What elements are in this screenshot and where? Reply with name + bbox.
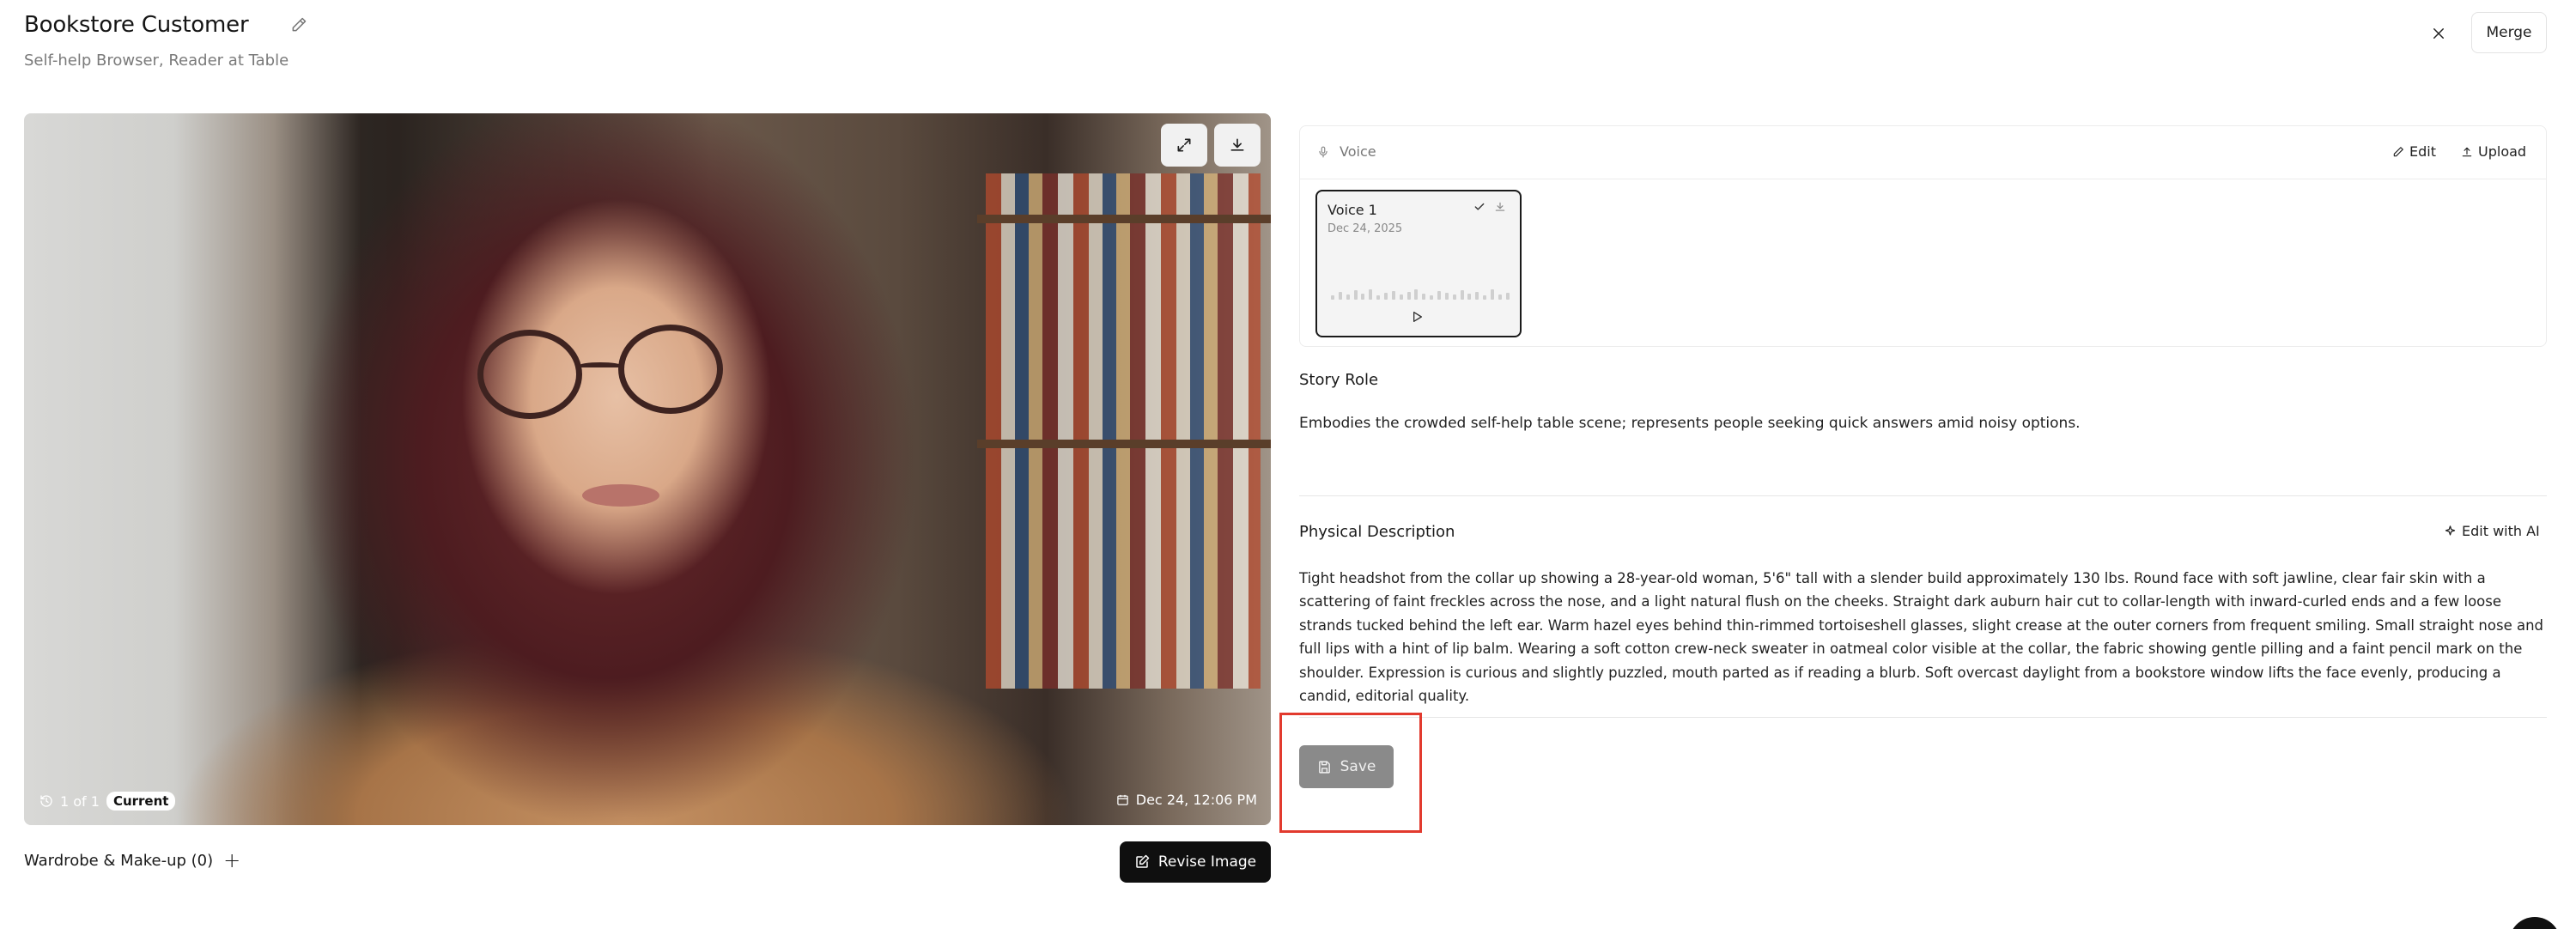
download-image-button[interactable] bbox=[1214, 124, 1261, 167]
save-button[interactable]: Save bbox=[1299, 745, 1394, 788]
upload-icon bbox=[2462, 147, 2472, 156]
current-badge: Current bbox=[106, 792, 176, 811]
voice-label-text: Voice bbox=[1340, 143, 1376, 160]
wardrobe-section[interactable]: Wardrobe & Make-up (0) + bbox=[24, 850, 240, 871]
lips bbox=[582, 484, 659, 507]
waveform bbox=[1331, 286, 1510, 300]
expand-image-button[interactable] bbox=[1161, 124, 1207, 167]
image-date-text: Dec 24, 12:06 PM bbox=[1135, 792, 1257, 808]
voice-edit-label: Edit bbox=[2409, 143, 2436, 160]
physical-description-title: Physical Description bbox=[1299, 523, 1455, 541]
voice-upload-label: Upload bbox=[2478, 143, 2527, 160]
image-date: Dec 24, 12:06 PM bbox=[1116, 792, 1257, 808]
merge-button[interactable]: Merge bbox=[2471, 12, 2547, 53]
expand-icon bbox=[1177, 138, 1191, 152]
help-chat-bubble[interactable] bbox=[2509, 917, 2561, 929]
voice-tile-date: Dec 24, 2025 bbox=[1327, 222, 1403, 235]
page-subtitle: Self-help Browser, Reader at Table bbox=[24, 52, 289, 70]
glasses-right-lens bbox=[618, 325, 723, 414]
section-divider bbox=[1299, 717, 2547, 718]
check-icon bbox=[1473, 200, 1485, 216]
story-role-title: Story Role bbox=[1299, 371, 1379, 389]
version-text: 1 of 1 bbox=[60, 792, 100, 810]
section-divider bbox=[1299, 495, 2547, 496]
edit-square-icon bbox=[1136, 854, 1150, 868]
revise-image-button[interactable]: Revise Image bbox=[1120, 841, 1271, 883]
microphone-icon bbox=[1319, 146, 1327, 157]
story-role-text[interactable]: Embodies the crowded self-help table sce… bbox=[1299, 415, 2081, 432]
voice-edit-button[interactable]: Edit bbox=[2392, 143, 2436, 160]
shelf-line bbox=[977, 215, 1271, 223]
voice-tile-name: Voice 1 bbox=[1327, 202, 1377, 218]
voice-card: Voice Edit Upload Voice 1 Dec 24, 2025 bbox=[1299, 125, 2547, 347]
close-button[interactable] bbox=[2421, 19, 2456, 48]
calendar-icon bbox=[1117, 794, 1128, 805]
glasses-bridge bbox=[579, 362, 622, 369]
edit-title-pencil-icon[interactable] bbox=[288, 14, 310, 36]
save-label: Save bbox=[1340, 758, 1376, 775]
voice-download-icon[interactable] bbox=[1494, 200, 1506, 216]
page-title-row: Bookstore Customer bbox=[24, 12, 310, 38]
add-wardrobe-plus-icon[interactable]: + bbox=[223, 850, 240, 871]
page-title: Bookstore Customer bbox=[24, 12, 249, 38]
edit-with-ai-button[interactable]: Edit with AI bbox=[2444, 523, 2540, 539]
voice-tile[interactable]: Voice 1 Dec 24, 2025 bbox=[1315, 190, 1522, 337]
play-icon[interactable] bbox=[1410, 310, 1424, 327]
character-image[interactable]: 1 of 1 Current Dec 24, 12:06 PM bbox=[24, 113, 1271, 825]
close-icon bbox=[2433, 28, 2444, 39]
voice-section-label: Voice bbox=[1317, 143, 1376, 160]
glasses-left-lens bbox=[477, 330, 582, 419]
history-icon bbox=[40, 795, 52, 807]
physical-description-text[interactable]: Tight headshot from the collar up showin… bbox=[1299, 567, 2544, 707]
image-version-indicator[interactable]: 1 of 1 Current bbox=[39, 792, 176, 811]
pencil-icon bbox=[2393, 146, 2403, 156]
voice-upload-button[interactable]: Upload bbox=[2461, 143, 2526, 160]
save-icon bbox=[1318, 760, 1330, 774]
download-icon bbox=[1230, 138, 1244, 151]
revise-image-label: Revise Image bbox=[1157, 853, 1257, 871]
edit-with-ai-label: Edit with AI bbox=[2462, 523, 2540, 539]
sparkle-icon bbox=[2445, 525, 2456, 536]
wardrobe-label: Wardrobe & Make-up (0) bbox=[24, 851, 214, 870]
shelf-line bbox=[977, 440, 1271, 448]
voice-header: Voice Edit Upload bbox=[1300, 126, 2546, 179]
bookshelf-background bbox=[986, 173, 1261, 689]
